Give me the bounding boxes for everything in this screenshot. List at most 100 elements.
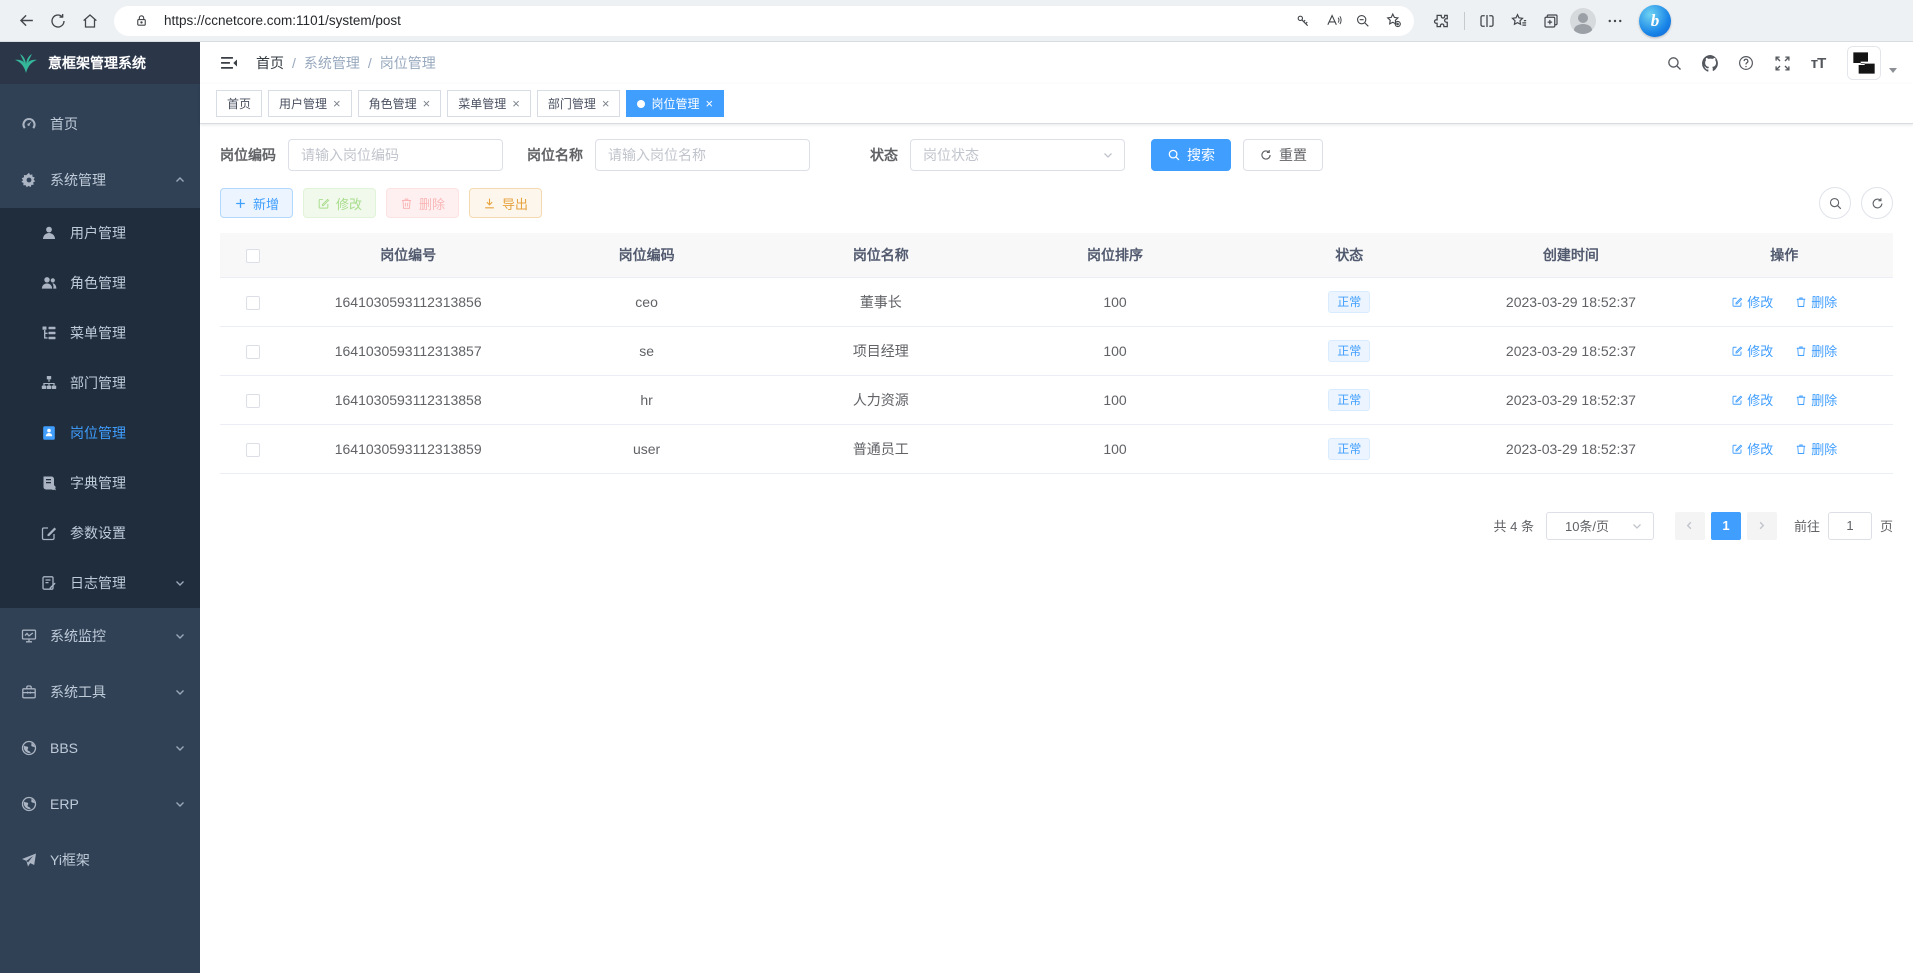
sidebar-item-system-tools[interactable]: 系统工具 xyxy=(0,664,200,720)
url-text[interactable]: https://ccnetcore.com:1101/system/post xyxy=(164,13,1288,28)
delete-button[interactable]: 删除 xyxy=(386,188,459,218)
row-checkbox[interactable] xyxy=(246,296,260,310)
close-icon[interactable]: × xyxy=(512,97,520,110)
page-size-select[interactable]: 10条/页 xyxy=(1546,512,1654,540)
tab-home[interactable]: 首页 xyxy=(216,90,262,117)
split-screen-icon[interactable] xyxy=(1471,6,1503,36)
select-all-checkbox[interactable] xyxy=(246,249,260,263)
help-icon[interactable] xyxy=(1729,46,1763,80)
system-management-submenu: 用户管理 角色管理 菜单管理 xyxy=(0,208,200,608)
tab-post-management[interactable]: 岗位管理 × xyxy=(626,90,724,117)
header-search-icon[interactable] xyxy=(1657,46,1691,80)
profile-avatar[interactable] xyxy=(1567,6,1599,36)
export-button[interactable]: 导出 xyxy=(469,188,542,218)
status-select[interactable]: 岗位状态 xyxy=(910,139,1125,171)
sidebar-item-log-management[interactable]: 日志管理 xyxy=(0,558,200,608)
row-delete-link[interactable]: 删除 xyxy=(1795,341,1837,360)
browser-refresh-button[interactable] xyxy=(42,6,74,36)
row-delete-link[interactable]: 删除 xyxy=(1795,292,1837,311)
search-button[interactable]: 搜索 xyxy=(1151,139,1231,171)
row-delete-link[interactable]: 删除 xyxy=(1795,390,1837,409)
address-bar[interactable]: https://ccnetcore.com:1101/system/post xyxy=(114,6,1414,36)
row-checkbox[interactable] xyxy=(246,345,260,359)
fullscreen-icon[interactable] xyxy=(1765,46,1799,80)
sidebar-item-user-management[interactable]: 用户管理 xyxy=(0,208,200,258)
close-icon[interactable]: × xyxy=(602,97,610,110)
prev-page-button[interactable] xyxy=(1675,512,1705,540)
close-icon[interactable]: × xyxy=(423,97,431,110)
sidebar-item-erp[interactable]: ERP xyxy=(0,776,200,832)
cell-post-name: 董事长 xyxy=(764,277,998,326)
browser-back-button[interactable] xyxy=(10,6,42,36)
sidebar-item-role-management[interactable]: 角色管理 xyxy=(0,258,200,308)
sidebar-item-home[interactable]: 首页 xyxy=(0,96,200,152)
tree-list-icon xyxy=(40,324,58,342)
sidebar-item-yi-framework[interactable]: Yi框架 xyxy=(0,832,200,888)
post-code-input[interactable] xyxy=(288,139,503,171)
row-delete-link[interactable]: 删除 xyxy=(1795,439,1837,458)
page-number-button[interactable]: 1 xyxy=(1711,512,1741,540)
pagination-jumper: 前往 页 xyxy=(1794,512,1893,540)
toolbox-icon xyxy=(20,683,38,701)
sidebar-item-post-management[interactable]: 岗位管理 xyxy=(0,408,200,458)
breadcrumb-section: 系统管理 xyxy=(304,53,360,73)
edit-button[interactable]: 修改 xyxy=(303,188,376,218)
sidebar-item-system-monitor[interactable]: 系统监控 xyxy=(0,608,200,664)
row-edit-link[interactable]: 修改 xyxy=(1731,390,1773,409)
sidebar-item-system-management[interactable]: 系统管理 xyxy=(0,152,200,208)
show-search-toggle-button[interactable] xyxy=(1819,187,1851,219)
row-checkbox[interactable] xyxy=(246,443,260,457)
browser-menu-ellipsis[interactable] xyxy=(1599,6,1631,36)
close-icon[interactable]: × xyxy=(705,97,713,110)
close-icon[interactable]: × xyxy=(333,97,341,110)
zoom-out-icon[interactable] xyxy=(1348,8,1378,34)
sidebar-item-parameter-settings[interactable]: 参数设置 xyxy=(0,508,200,558)
row-checkbox[interactable] xyxy=(246,394,260,408)
post-name-input[interactable] xyxy=(595,139,810,171)
refresh-table-button[interactable] xyxy=(1861,187,1893,219)
next-page-button[interactable] xyxy=(1747,512,1777,540)
github-icon[interactable] xyxy=(1693,46,1727,80)
reset-button[interactable]: 重置 xyxy=(1243,139,1323,171)
tab-role-management[interactable]: 角色管理 × xyxy=(358,90,442,117)
app-logo-bar[interactable]: 意框架管理系统 xyxy=(0,42,200,84)
row-edit-link[interactable]: 修改 xyxy=(1731,341,1773,360)
add-button[interactable]: 新增 xyxy=(220,188,293,218)
extensions-icon[interactable] xyxy=(1426,6,1458,36)
row-edit-link[interactable]: 修改 xyxy=(1731,292,1773,311)
sidebar-item-bbs[interactable]: BBS xyxy=(0,720,200,776)
password-key-icon[interactable] xyxy=(1288,8,1318,34)
avatar-caret-icon[interactable] xyxy=(1889,68,1897,73)
table-row[interactable]: 1641030593112313858 hr 人力资源 100 正常 2023-… xyxy=(220,375,1893,424)
bing-chat-icon[interactable]: b xyxy=(1639,5,1671,37)
goto-label: 前往 xyxy=(1794,516,1820,535)
breadcrumb-home[interactable]: 首页 xyxy=(256,53,284,73)
sidebar-item-department-management[interactable]: 部门管理 xyxy=(0,358,200,408)
pagination: 共 4 条 10条/页 1 前往 页 xyxy=(220,512,1893,540)
table-row[interactable]: 1641030593112313856 ceo 董事长 100 正常 2023-… xyxy=(220,277,1893,326)
sidebar-item-dict-management[interactable]: 字典管理 xyxy=(0,458,200,508)
pagination-total: 共 4 条 xyxy=(1494,516,1534,535)
status-select-placeholder: 岗位状态 xyxy=(923,145,1102,165)
site-lock-icon[interactable] xyxy=(126,8,156,34)
column-created-time: 创建时间 xyxy=(1466,233,1675,277)
row-edit-link[interactable]: 修改 xyxy=(1731,439,1773,458)
read-aloud-icon[interactable] xyxy=(1318,8,1348,34)
user-avatar[interactable] xyxy=(1847,46,1881,80)
edit-icon xyxy=(1731,443,1743,455)
column-post-name: 岗位名称 xyxy=(764,233,998,277)
tab-department-management[interactable]: 部门管理 × xyxy=(537,90,621,117)
tab-user-management[interactable]: 用户管理 × xyxy=(268,90,352,117)
tab-menu-management[interactable]: 菜单管理 × xyxy=(447,90,531,117)
sidebar-item-menu-management[interactable]: 菜单管理 xyxy=(0,308,200,358)
add-favorite-star-icon[interactable] xyxy=(1378,8,1408,34)
favorites-icon[interactable] xyxy=(1503,6,1535,36)
table-row[interactable]: 1641030593112313857 se 项目经理 100 正常 2023-… xyxy=(220,326,1893,375)
trash-icon xyxy=(1795,443,1807,455)
goto-page-input[interactable] xyxy=(1828,512,1872,540)
collections-icon[interactable] xyxy=(1535,6,1567,36)
table-row[interactable]: 1641030593112313859 user 普通员工 100 正常 202… xyxy=(220,424,1893,473)
font-size-icon[interactable]: ᴛT xyxy=(1801,46,1835,80)
sidebar-fold-icon[interactable] xyxy=(216,50,242,76)
browser-home-button[interactable] xyxy=(74,6,106,36)
